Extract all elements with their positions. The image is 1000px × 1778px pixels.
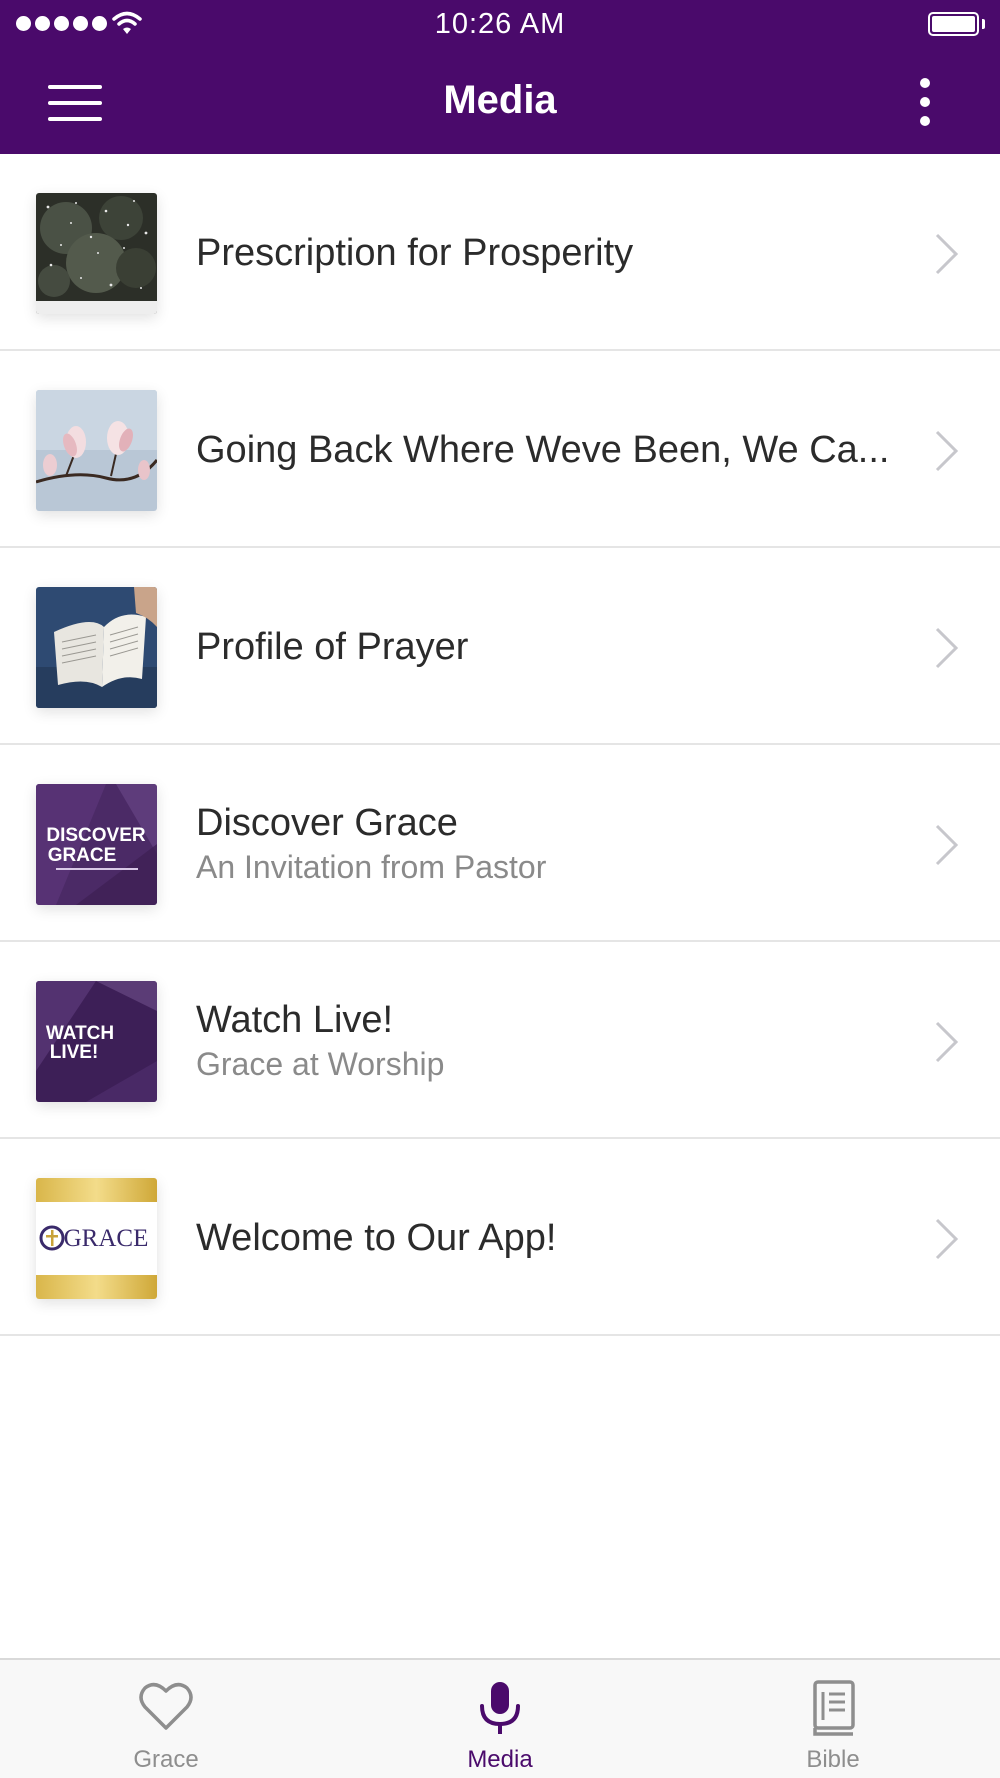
media-list: Prescription for Prosperity Going Back W… — [0, 154, 1000, 1336]
media-item-subtitle: An Invitation from Pastor — [196, 848, 547, 885]
media-item-title: Prescription for Prosperity — [196, 231, 634, 274]
chevron-right-icon — [935, 233, 959, 275]
media-thumbnail — [36, 390, 157, 511]
media-item-profile-of-prayer[interactable]: Profile of Prayer — [0, 548, 1000, 745]
battery-tip — [982, 19, 985, 29]
tab-label: Media — [467, 1746, 533, 1773]
status-time: 10:26 AM — [434, 8, 566, 40]
app-header: 10:26 AM Media — [0, 0, 1000, 154]
thumb-text-grace-logo: GRACE — [64, 1225, 149, 1252]
media-item-welcome[interactable]: GRACE Welcome to Our App! — [0, 1139, 1000, 1336]
media-thumbnail — [36, 587, 157, 708]
thumb-text-grace: GRACE — [48, 845, 117, 866]
battery-icon — [928, 12, 979, 36]
media-item-title: Going Back Where Weve Been, We Ca... — [196, 428, 890, 471]
media-item-subtitle: Grace at Worship — [196, 1045, 445, 1082]
media-item-text: Welcome to Our App! — [196, 1139, 906, 1336]
media-item-title: Discover Grace — [196, 801, 458, 844]
tab-grace[interactable]: Grace — [66, 1660, 266, 1778]
media-thumbnail: WATCH LIVE! — [36, 981, 157, 1102]
media-thumbnail — [36, 193, 157, 314]
media-item-text: Discover Grace An Invitation from Pastor — [196, 745, 906, 942]
media-thumbnail: GRACE — [36, 1178, 157, 1299]
chevron-right-icon — [935, 627, 959, 669]
chevron-right-icon — [935, 430, 959, 472]
media-item-text: Going Back Where Weve Been, We Ca... — [196, 351, 906, 548]
media-thumbnail: DISCOVER GRACE — [36, 784, 157, 905]
book-icon — [813, 1680, 855, 1736]
more-vertical-icon[interactable] — [905, 74, 945, 130]
media-item-title: Welcome to Our App! — [196, 1216, 557, 1259]
chevron-right-icon — [935, 1021, 959, 1063]
heart-icon — [139, 1682, 193, 1730]
microphone-icon — [480, 1682, 520, 1734]
media-item-text: Prescription for Prosperity — [196, 154, 906, 351]
media-item-prescription-for-prosperity[interactable]: Prescription for Prosperity — [0, 154, 1000, 351]
page-title: Media — [443, 78, 557, 122]
media-item-text: Watch Live! Grace at Worship — [196, 942, 906, 1139]
status-bar: 10:26 AM — [0, 0, 1000, 50]
tab-media[interactable]: Media — [400, 1660, 600, 1778]
tab-label: Bible — [806, 1746, 860, 1773]
thumb-text-watch: WATCH — [46, 1023, 114, 1044]
media-item-discover-grace[interactable]: DISCOVER GRACE Discover Grace An Invitat… — [0, 745, 1000, 942]
thumb-text-discover: DISCOVER — [46, 825, 146, 846]
chevron-right-icon — [935, 1218, 959, 1260]
tab-label: Grace — [133, 1746, 199, 1773]
chevron-right-icon — [935, 824, 959, 866]
tab-bar: Grace Media Bible — [0, 1658, 1000, 1778]
media-item-watch-live[interactable]: WATCH LIVE! Watch Live! Grace at Worship — [0, 942, 1000, 1139]
tab-bible[interactable]: Bible — [733, 1660, 933, 1778]
media-item-text: Profile of Prayer — [196, 548, 906, 745]
thumb-text-live: LIVE! — [50, 1042, 99, 1063]
media-item-title: Watch Live! — [196, 998, 394, 1041]
media-item-going-back[interactable]: Going Back Where Weve Been, We Ca... — [0, 351, 1000, 548]
media-item-title: Profile of Prayer — [196, 625, 469, 668]
